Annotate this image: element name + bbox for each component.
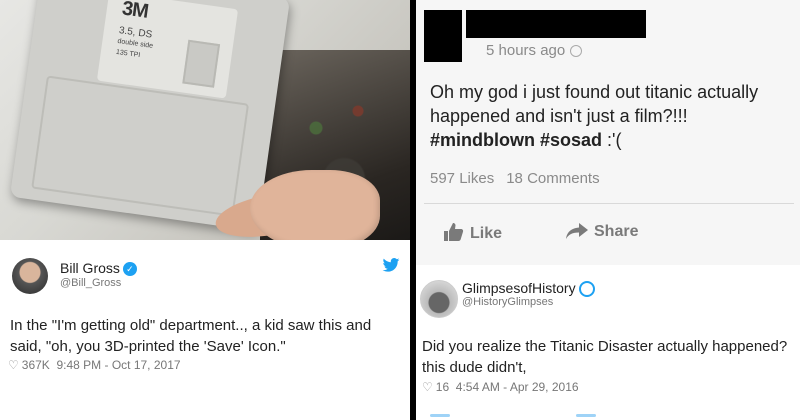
author-name-text[interactable]: GlimpsesofHistory bbox=[462, 280, 576, 296]
post-counts: 597 Likes 18 Comments bbox=[430, 170, 612, 187]
tweet-author-name[interactable]: Bill Gross ✓ bbox=[60, 260, 137, 277]
author-name-text[interactable]: Bill Gross bbox=[60, 260, 120, 276]
tweet-timestamp[interactable]: 4:54 AM - Apr 29, 2016 bbox=[456, 380, 579, 394]
tweet-actions-edge bbox=[416, 412, 800, 420]
post-time-text[interactable]: 5 hours ago bbox=[486, 42, 565, 59]
globe-icon bbox=[570, 45, 583, 58]
tweet-likes[interactable]: 367K bbox=[22, 358, 50, 372]
action-icon-fragment bbox=[430, 414, 450, 417]
disk-caption: 3.5, DS double side 135 TPI bbox=[115, 25, 155, 63]
comments-count[interactable]: 18 Comments bbox=[506, 170, 599, 187]
verified-ring-icon bbox=[578, 281, 595, 298]
post-hashtags[interactable]: #mindblown #sosad bbox=[430, 130, 602, 150]
tweet-handle[interactable]: @Bill_Gross bbox=[60, 277, 121, 289]
post-separator bbox=[424, 203, 794, 204]
redacted-name bbox=[466, 10, 646, 38]
floppy-disk-photo: 3M 3.5, DS double side 135 TPI bbox=[0, 0, 410, 240]
post-body: Oh my god i just found out titanic actua… bbox=[430, 82, 759, 126]
tweet-handle[interactable]: @HistoryGlimpses bbox=[462, 296, 553, 308]
thumbs-up-icon bbox=[444, 223, 464, 241]
action-icon-fragment bbox=[576, 414, 596, 417]
post-timestamp[interactable]: 5 hours ago bbox=[486, 42, 583, 59]
verified-icon: ✓ bbox=[122, 262, 137, 277]
share-arrow-icon bbox=[566, 223, 588, 239]
avatar[interactable] bbox=[420, 280, 458, 318]
post-text: Oh my god i just found out titanic actua… bbox=[430, 80, 790, 152]
post-emoticon: :'( bbox=[602, 130, 622, 150]
heart-icon[interactable]: ♡ bbox=[8, 358, 19, 372]
tweet-meta: ♡ 367K 9:48 PM - Oct 17, 2017 bbox=[8, 358, 181, 372]
share-label: Share bbox=[594, 223, 639, 240]
avatar[interactable] bbox=[12, 258, 48, 294]
tweet-header: Bill Gross ✓ @Bill_Gross bbox=[12, 258, 402, 298]
tweet-timestamp[interactable]: 9:48 PM - Oct 17, 2017 bbox=[56, 358, 180, 372]
left-panel: 3M 3.5, DS double side 135 TPI Bill Gros… bbox=[0, 0, 410, 420]
tweet-meta: ♡ 16 4:54 AM - Apr 29, 2016 bbox=[422, 380, 579, 394]
heart-icon[interactable]: ♡ bbox=[422, 380, 433, 394]
tweet-author-name[interactable]: GlimpsesofHistory bbox=[462, 280, 595, 298]
tweet-text: In the "I'm getting old" department.., a… bbox=[10, 317, 372, 355]
like-button[interactable]: Like bbox=[444, 223, 502, 243]
share-button[interactable]: Share bbox=[566, 223, 638, 241]
tweet-likes[interactable]: 16 bbox=[436, 380, 449, 394]
floppy-disk: 3M 3.5, DS double side 135 TPI bbox=[9, 0, 291, 232]
tweet-text: Did you realize the Titanic Disaster act… bbox=[422, 338, 788, 376]
likes-count[interactable]: 597 Likes bbox=[430, 170, 494, 187]
redacted-avatar bbox=[424, 10, 462, 62]
like-label: Like bbox=[470, 225, 503, 242]
hand bbox=[250, 170, 380, 240]
right-panel: 5 hours ago Oh my god i just found out t… bbox=[416, 0, 800, 420]
twitter-bird-icon[interactable] bbox=[382, 258, 400, 272]
facebook-post: 5 hours ago Oh my god i just found out t… bbox=[416, 0, 800, 265]
disk-brand: 3M bbox=[120, 0, 150, 23]
disk-write-protect bbox=[182, 39, 221, 88]
